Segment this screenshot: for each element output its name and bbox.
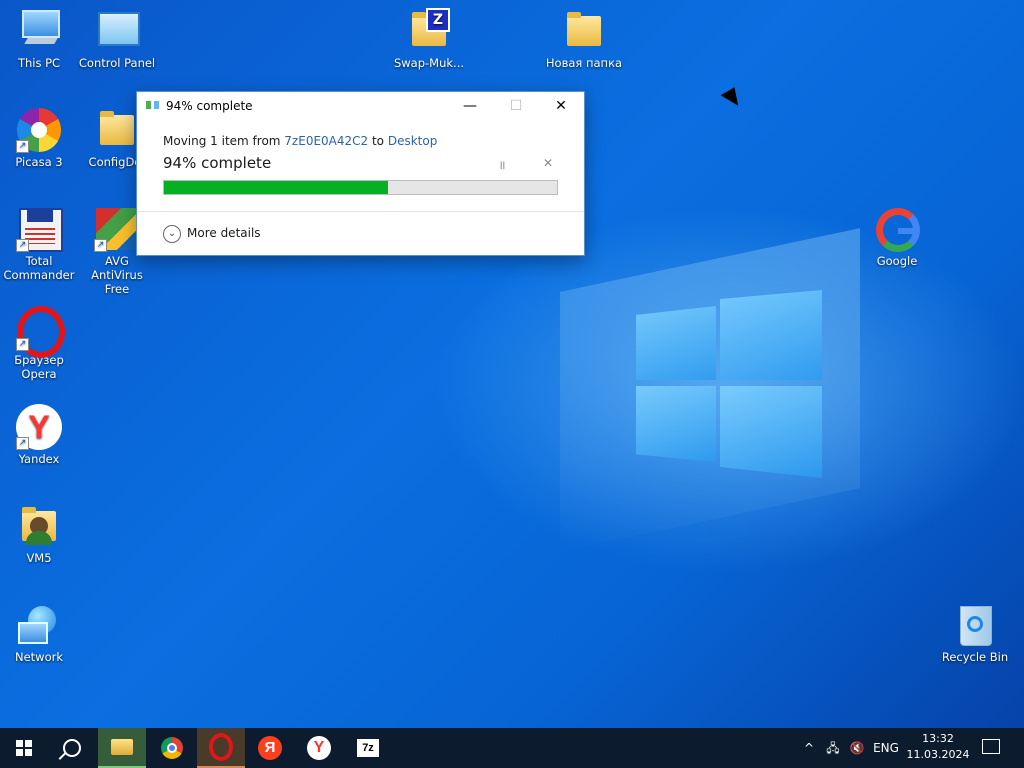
windows-logo-wallpaper — [636, 290, 822, 480]
divider — [137, 211, 584, 212]
folder-icon — [561, 8, 607, 54]
desktop-icon-label: Новая папка — [545, 56, 623, 70]
progress-bar — [163, 180, 558, 195]
desktop-icon-opera[interactable]: ↗ Браузер Opera — [0, 305, 78, 381]
desktop-icon-google[interactable]: Google — [858, 206, 936, 268]
dialog-titlebar[interactable]: 94% complete — ☐ ✕ — [137, 92, 584, 121]
language-indicator[interactable]: ENG — [870, 728, 902, 768]
avg-icon: ↗ — [94, 206, 140, 252]
chrome-icon — [161, 737, 183, 759]
computer-icon — [16, 8, 62, 54]
desktop-icon-this-pc[interactable]: This PC — [0, 8, 78, 70]
file-move-progress-dialog: 94% complete — ☐ ✕ Moving 1 item from 7z… — [136, 91, 585, 256]
desktop-icon-vm5[interactable]: VM5 — [0, 503, 78, 565]
notification-center-icon[interactable] — [982, 739, 1000, 754]
network-tray-button[interactable]: 🖧 — [822, 728, 844, 768]
desktop-icon-label: Picasa 3 — [15, 155, 63, 169]
volume-tray-button[interactable]: 🔇 — [846, 728, 868, 768]
taskbar-file-explorer[interactable] — [98, 728, 146, 768]
7zip-icon: 7z — [357, 739, 379, 757]
maximize-button: ☐ — [509, 98, 523, 114]
picasa-icon: ↗ — [16, 107, 62, 153]
google-icon — [874, 206, 920, 252]
more-details-label: More details — [187, 226, 261, 240]
desktop-icon-network[interactable]: Network — [0, 602, 78, 664]
moving-description: Moving 1 item from 7zE0E0A42C2 to Deskto… — [163, 134, 437, 148]
shortcut-arrow-icon: ↗ — [16, 140, 29, 153]
network-icon — [16, 602, 62, 648]
desktop-icon-total-commander[interactable]: ↗ Total Commander — [0, 206, 78, 282]
file-move-icon — [146, 101, 160, 111]
chevron-down-icon: ⌄ — [163, 224, 181, 243]
desktop-icon-yandex[interactable]: Y ↗ Yandex — [0, 404, 78, 466]
shortcut-arrow-icon: ↗ — [16, 437, 29, 450]
source-link[interactable]: 7zE0E0A42C2 — [284, 134, 368, 148]
dialog-title: 94% complete — [166, 99, 253, 113]
control-panel-icon — [94, 8, 140, 54]
desktop-icon-label: Recycle Bin — [941, 650, 1009, 664]
desktop-icon-label: Network — [14, 650, 64, 664]
shortcut-arrow-icon: ↗ — [94, 239, 107, 252]
taskbar-chrome[interactable] — [148, 728, 196, 768]
to-word: to — [368, 134, 388, 148]
cancel-button[interactable]: ✕ — [540, 156, 556, 170]
network-tray-icon: 🖧 — [826, 741, 840, 755]
search-icon — [63, 739, 81, 757]
desktop-icon-label: Google — [876, 254, 918, 268]
taskbar: Я Y 7z ^ 🖧 🔇 ENG 13:32 11.03.2024 — [0, 728, 1024, 768]
desktop-icon-label: Total Commander — [3, 254, 75, 282]
taskbar-yandex-browser[interactable]: Я — [246, 728, 294, 768]
desktop-icon-label: Control Panel — [78, 56, 156, 70]
clock-time: 13:32 — [922, 732, 954, 745]
desktop-icon-control-panel[interactable]: Control Panel — [78, 8, 156, 70]
folder-icon: Z — [406, 8, 452, 54]
moving-prefix: Moving 1 item from — [163, 134, 285, 148]
search-button[interactable] — [48, 728, 96, 768]
minimize-button[interactable]: — — [447, 92, 493, 121]
desktop-icon-label: Swap-Muk... — [393, 56, 465, 70]
desktop-icon-label: Yandex — [18, 452, 60, 466]
desktop-icon-label: This PC — [17, 56, 61, 70]
yandex-browser-icon: Я — [258, 736, 282, 760]
close-button[interactable]: ✕ — [538, 92, 584, 121]
chevron-up-icon: ^ — [803, 741, 815, 755]
progress-bar-fill — [164, 181, 388, 194]
yandex-icon: Y — [307, 736, 331, 760]
windows-start-icon — [16, 740, 32, 756]
shortcut-arrow-icon: ↗ — [16, 338, 29, 351]
desktop-icon-recycle-bin[interactable]: Recycle Bin — [936, 602, 1014, 664]
folder-icon — [94, 107, 140, 153]
desktop-icon-swap-muk[interactable]: Z Swap-Muk... — [390, 8, 468, 70]
user-folder-icon — [16, 503, 62, 549]
taskbar-opera[interactable] — [197, 728, 245, 768]
destination-link[interactable]: Desktop — [388, 134, 438, 148]
clock[interactable]: 13:32 11.03.2024 — [906, 731, 970, 763]
start-button[interactable] — [0, 728, 48, 768]
shortcut-arrow-icon: ↗ — [16, 239, 29, 252]
total-commander-icon: ↗ — [16, 206, 63, 252]
muted-volume-icon: 🔇 — [849, 741, 865, 755]
opera-icon — [209, 733, 233, 761]
pause-button[interactable]: ॥ — [494, 156, 510, 173]
more-details-button[interactable]: ⌄ More details — [163, 222, 261, 244]
desktop-icon-label: VM5 — [26, 551, 52, 565]
taskbar-yandex[interactable]: Y — [295, 728, 343, 768]
taskbar-7zip[interactable]: 7z — [344, 728, 392, 768]
yandex-icon: Y ↗ — [16, 404, 62, 450]
file-explorer-icon — [111, 739, 133, 755]
opera-icon: ↗ — [16, 305, 65, 358]
show-hidden-icons-button[interactable]: ^ — [800, 728, 818, 768]
progress-status: 94% complete — [163, 154, 272, 172]
desktop-icon-label: AVG AntiVirus Free — [91, 254, 143, 296]
recycle-bin-icon — [952, 602, 998, 648]
desktop-icon-new-folder[interactable]: Новая папка — [545, 8, 623, 70]
clock-date: 11.03.2024 — [906, 748, 970, 761]
mouse-cursor-icon — [720, 87, 744, 111]
desktop-icon-picasa[interactable]: ↗ Picasa 3 — [0, 107, 78, 169]
